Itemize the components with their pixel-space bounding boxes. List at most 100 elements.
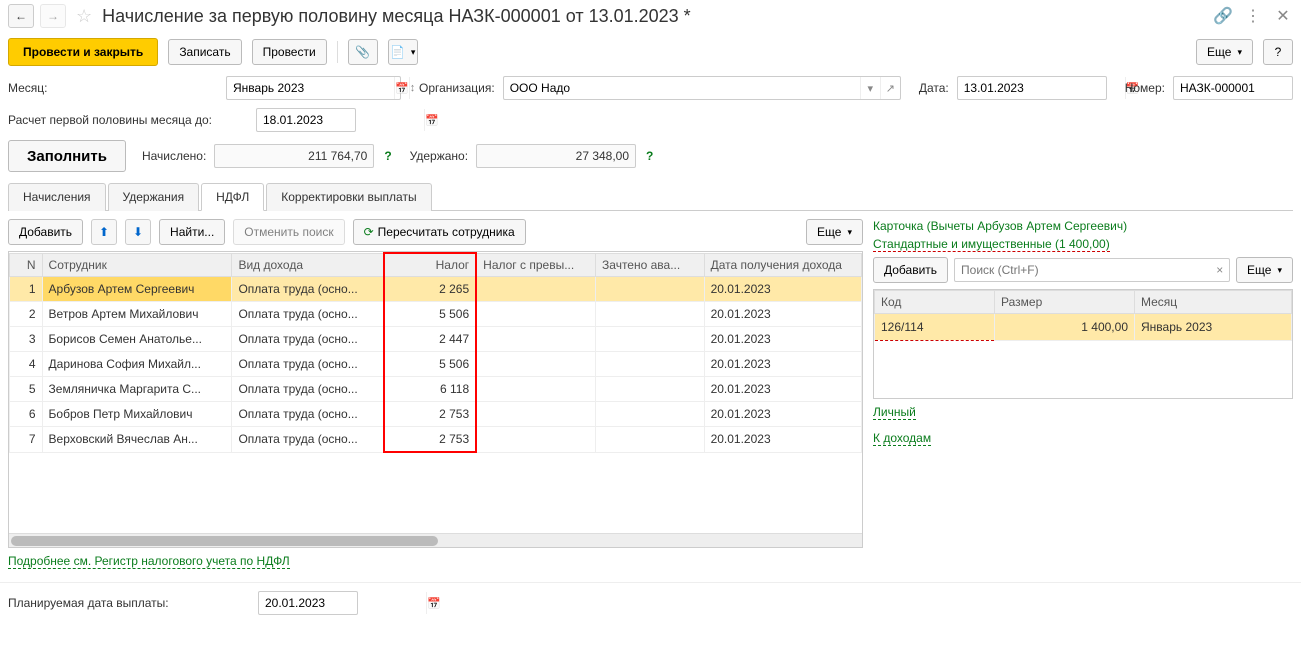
- planned-date-label: Планируемая дата выплаты:: [8, 596, 248, 610]
- month-input-wrap: 📅 ↕: [226, 76, 401, 100]
- cell-advance: [596, 377, 705, 402]
- cell-income-type: Оплата труда (осно...: [232, 327, 384, 352]
- cell-advance: [596, 402, 705, 427]
- date-input-wrap: 📅: [957, 76, 1107, 100]
- ndfl-table: N Сотрудник Вид дохода Налог Налог с пре…: [9, 252, 862, 453]
- planned-date-input[interactable]: [259, 592, 426, 614]
- cell-income-type: Оплата труда (осно...: [232, 302, 384, 327]
- nav-forward-button[interactable]: →: [40, 4, 66, 28]
- personal-link[interactable]: Личный: [873, 405, 916, 420]
- cell-size: 1 400,00: [995, 314, 1135, 341]
- col-header-advance[interactable]: Зачтено ава...: [596, 253, 705, 277]
- tab-ndfl[interactable]: НДФЛ: [201, 183, 264, 211]
- cell-tax: 2 753: [384, 402, 476, 427]
- horizontal-scrollbar[interactable]: [9, 533, 862, 547]
- favorite-star-icon[interactable]: ☆: [76, 6, 92, 27]
- deductions-link[interactable]: Стандартные и имущественные (1 400,00): [873, 237, 1110, 252]
- more-button[interactable]: Еще▾: [806, 219, 863, 245]
- cell-excess: [476, 427, 595, 453]
- table-row[interactable]: 6Бобров Петр МихайловичОплата труда (осн…: [10, 402, 862, 427]
- calc-until-label: Расчет первой половины месяца до:: [8, 113, 248, 127]
- org-input[interactable]: [504, 77, 860, 99]
- cell-advance: [596, 302, 705, 327]
- deduction-row[interactable]: 126/114 1 400,00 Январь 2023: [875, 314, 1292, 341]
- print-button[interactable]: 📄▾: [388, 39, 418, 65]
- col-header-n[interactable]: N: [10, 253, 43, 277]
- side-add-button[interactable]: Добавить: [873, 257, 948, 283]
- stepper-icon[interactable]: ↕: [409, 77, 416, 99]
- nav-back-button[interactable]: ←: [8, 4, 34, 28]
- post-and-close-button[interactable]: Провести и закрыть: [8, 38, 158, 66]
- cell-advance: [596, 427, 705, 453]
- calendar-icon[interactable]: 📅: [424, 109, 439, 131]
- cell-income-type: Оплата труда (осно...: [232, 377, 384, 402]
- save-button[interactable]: Записать: [168, 39, 241, 65]
- cell-excess: [476, 277, 595, 302]
- side-search-wrap: ×: [954, 258, 1230, 282]
- col-header-employee[interactable]: Сотрудник: [42, 253, 232, 277]
- tab-accruals[interactable]: Начисления: [8, 183, 106, 211]
- open-icon[interactable]: ↗: [880, 77, 900, 99]
- side-col-size[interactable]: Размер: [995, 291, 1135, 314]
- cell-advance: [596, 327, 705, 352]
- cell-date: 20.01.2023: [704, 427, 861, 453]
- cell-excess: [476, 302, 595, 327]
- calendar-icon[interactable]: 📅: [426, 592, 441, 614]
- date-label: Дата:: [919, 81, 949, 95]
- cell-employee: Арбузов Артем Сергеевич: [42, 277, 232, 302]
- more-button[interactable]: Еще▾: [1196, 39, 1253, 65]
- recalc-button[interactable]: ⟳ Пересчитать сотрудника: [353, 219, 526, 245]
- col-header-date[interactable]: Дата получения дохода: [704, 253, 861, 277]
- cell-tax: 5 506: [384, 302, 476, 327]
- close-icon[interactable]: ✕: [1273, 6, 1293, 26]
- move-up-button[interactable]: ⬆: [91, 219, 117, 245]
- cancel-search-button[interactable]: Отменить поиск: [233, 219, 344, 245]
- cell-tax: 2 265: [384, 277, 476, 302]
- accrued-value: 211 764,70: [215, 147, 373, 165]
- help-icon[interactable]: ?: [646, 149, 653, 163]
- number-input[interactable]: [1174, 77, 1301, 99]
- date-input[interactable]: [958, 77, 1125, 99]
- tab-bar: Начисления Удержания НДФЛ Корректировки …: [8, 182, 1293, 211]
- to-income-link[interactable]: К доходам: [873, 431, 931, 446]
- move-down-button[interactable]: ⬇: [125, 219, 151, 245]
- register-link[interactable]: Подробнее см. Регистр налогового учета п…: [8, 554, 290, 569]
- side-more-button[interactable]: Еще▾: [1236, 257, 1293, 283]
- table-row[interactable]: 2Ветров Артем МихайловичОплата труда (ос…: [10, 302, 862, 327]
- col-header-tax[interactable]: Налог: [384, 253, 476, 277]
- find-button[interactable]: Найти...: [159, 219, 225, 245]
- cell-excess: [476, 327, 595, 352]
- kebab-menu-icon[interactable]: ⋮: [1243, 6, 1263, 26]
- tab-deductions[interactable]: Удержания: [108, 183, 200, 211]
- table-row[interactable]: 4Даринова София Михайл...Оплата труда (о…: [10, 352, 862, 377]
- add-button[interactable]: Добавить: [8, 219, 83, 245]
- month-label: Месяц:: [8, 81, 218, 95]
- cell-income-type: Оплата труда (осно...: [232, 352, 384, 377]
- cell-date: 20.01.2023: [704, 402, 861, 427]
- side-search-input[interactable]: [955, 261, 1210, 279]
- calc-until-input[interactable]: [257, 109, 424, 131]
- help-button[interactable]: ?: [1263, 39, 1293, 65]
- table-row[interactable]: 1Арбузов Артем СергеевичОплата труда (ос…: [10, 277, 862, 302]
- help-icon[interactable]: ?: [384, 149, 391, 163]
- side-card-title: Карточка (Вычеты Арбузов Артем Сергеевич…: [873, 219, 1293, 237]
- table-row[interactable]: 3Борисов Семен Анатолье...Оплата труда (…: [10, 327, 862, 352]
- attach-button[interactable]: 📎: [348, 39, 378, 65]
- table-row[interactable]: 7Верховский Вячеслав Ан...Оплата труда (…: [10, 427, 862, 453]
- table-row[interactable]: 5Земляничка Маргарита С...Оплата труда (…: [10, 377, 862, 402]
- clear-search-icon[interactable]: ×: [1210, 263, 1229, 277]
- calendar-icon[interactable]: 📅: [394, 77, 409, 99]
- cell-income-type: Оплата труда (осно...: [232, 277, 384, 302]
- col-header-income-type[interactable]: Вид дохода: [232, 253, 384, 277]
- tab-corrections[interactable]: Корректировки выплаты: [266, 183, 431, 211]
- col-header-excess-tax[interactable]: Налог с превы...: [476, 253, 595, 277]
- cell-advance: [596, 277, 705, 302]
- side-col-code[interactable]: Код: [875, 291, 995, 314]
- dropdown-icon[interactable]: ▾: [860, 77, 880, 99]
- post-button[interactable]: Провести: [252, 39, 327, 65]
- side-col-month[interactable]: Месяц: [1135, 291, 1292, 314]
- month-input[interactable]: [227, 77, 394, 99]
- link-icon[interactable]: 🔗: [1213, 6, 1233, 26]
- fill-button[interactable]: Заполнить: [8, 140, 126, 172]
- cell-excess: [476, 377, 595, 402]
